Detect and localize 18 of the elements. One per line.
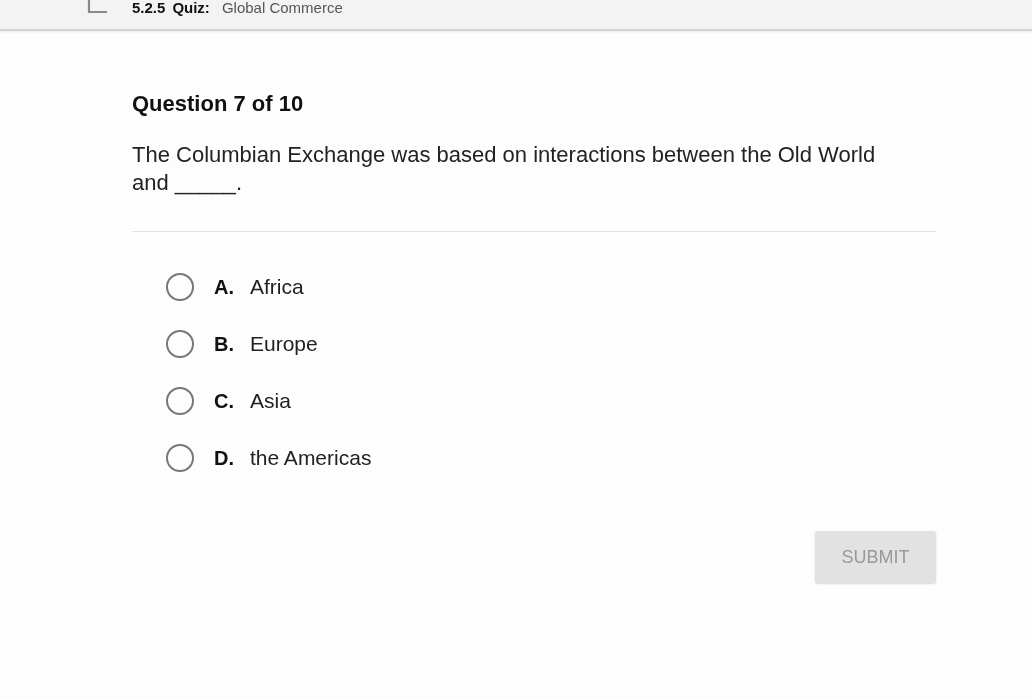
option-letter: A. [214, 275, 235, 299]
question-text: The Columbian Exchange was based on interactions between the Old World and _____. [132, 141, 877, 197]
option-letter: B. [214, 332, 235, 356]
radio-button[interactable] [166, 387, 194, 415]
option-letter: D. [214, 446, 235, 470]
quiz-title: Global Commerce [221, 0, 343, 16]
bracket-icon [86, 0, 108, 14]
option-letter: C. [214, 389, 235, 413]
radio-button[interactable] [166, 444, 194, 472]
radio-button[interactable] [166, 330, 194, 358]
quiz-number: 5.2.5 [132, 0, 166, 16]
question-heading: Question 7 of 10 [132, 90, 304, 118]
radio-button[interactable] [166, 273, 194, 301]
option-text[interactable]: Asia [250, 389, 291, 413]
option-text[interactable]: Europe [250, 332, 318, 356]
option-text[interactable]: the Americas [250, 446, 372, 470]
quiz-label: Quiz: [172, 0, 210, 16]
option-text[interactable]: Africa [250, 275, 304, 299]
